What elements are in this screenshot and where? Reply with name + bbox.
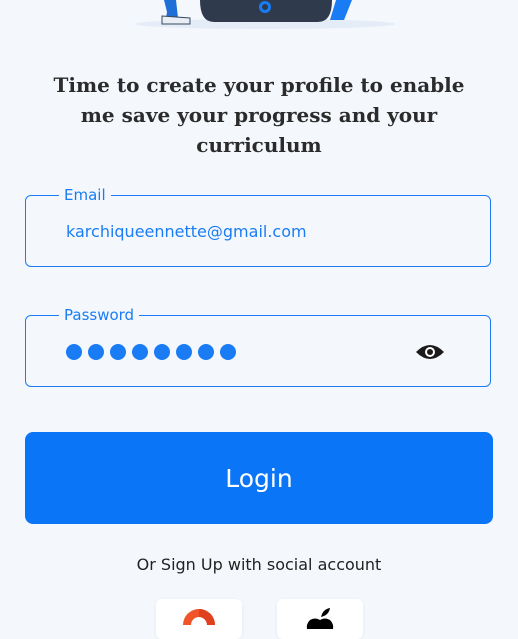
password-dot (198, 344, 214, 360)
password-dot (132, 344, 148, 360)
password-label: Password (59, 305, 140, 325)
email-label: Email (59, 185, 111, 205)
apple-signup-button[interactable] (277, 599, 363, 639)
apple-icon (306, 608, 334, 629)
social-signup-caption: Or Sign Up with social account (136, 555, 382, 574)
email-field[interactable]: Email karchiqueennette@gmail.com (25, 185, 491, 267)
password-dot (220, 344, 236, 360)
password-dot (154, 344, 170, 360)
eye-icon[interactable] (414, 342, 446, 362)
password-dot (66, 344, 82, 360)
google-icon (183, 609, 215, 625)
password-dot (176, 344, 192, 360)
password-masked-value[interactable] (66, 344, 236, 360)
email-value[interactable]: karchiqueennette@gmail.com (66, 222, 307, 241)
page-headline: Time to create your profile to enable me… (53, 73, 465, 157)
password-field[interactable]: Password (25, 305, 491, 387)
password-dot (88, 344, 104, 360)
hero-illustration (135, 0, 395, 29)
google-signup-button[interactable] (156, 599, 242, 639)
login-button[interactable]: Login (25, 432, 493, 524)
password-dot (110, 344, 126, 360)
